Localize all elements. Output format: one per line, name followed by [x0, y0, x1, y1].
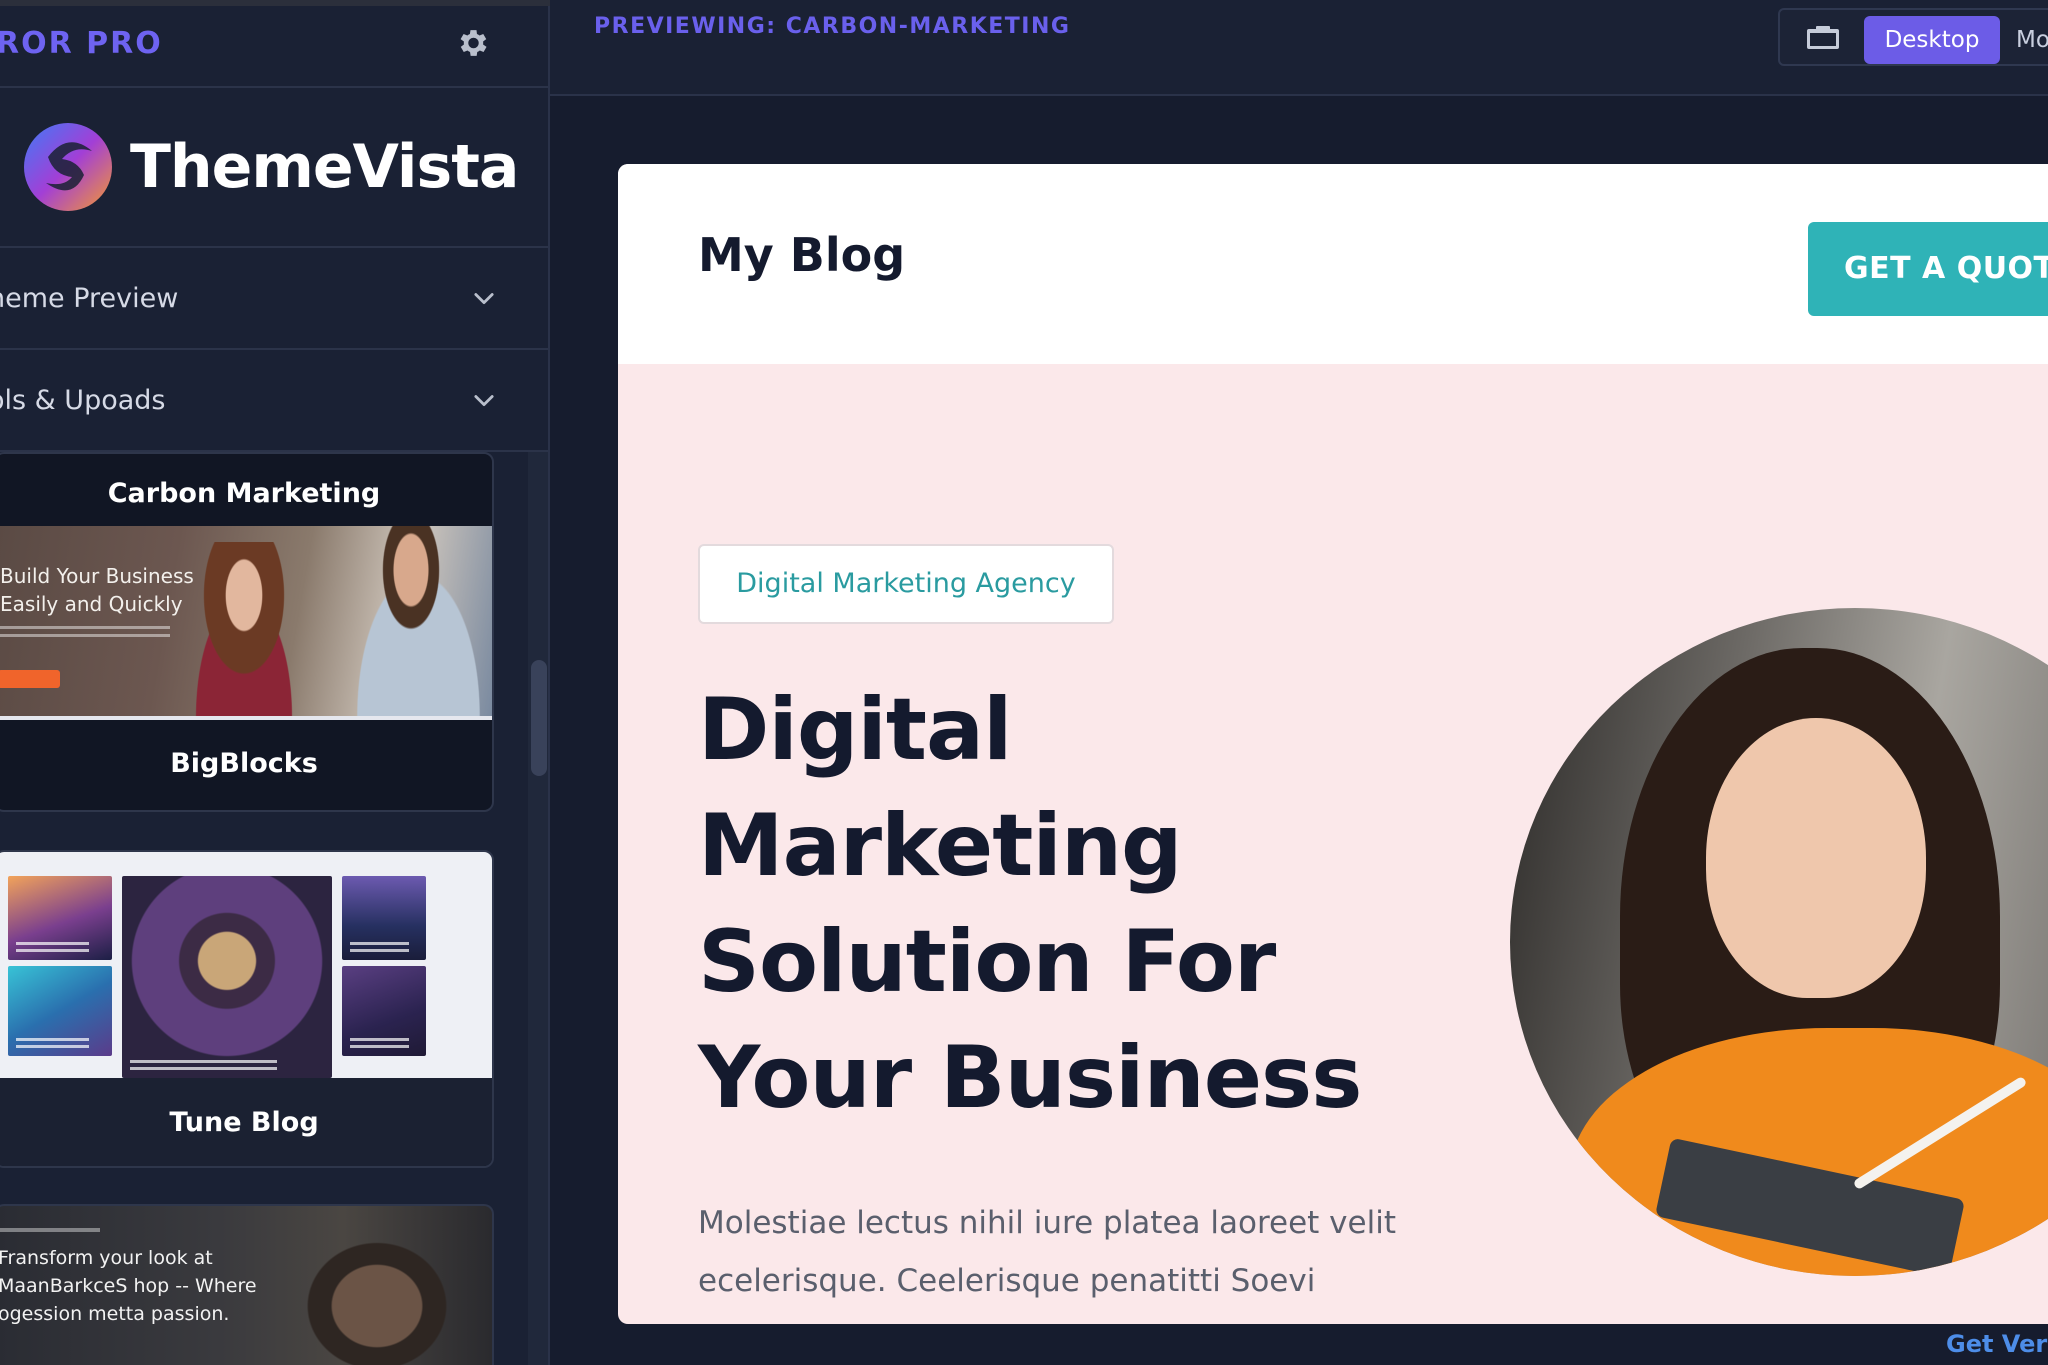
site-header: My Blog GET A QUOTE: [618, 164, 2048, 364]
themevista-logo-icon: [24, 123, 112, 211]
desktop-view-button[interactable]: Desktop: [1864, 16, 2000, 64]
chevron-down-icon: [474, 293, 494, 305]
preview-toolbar: PREVIEWING: CARBON-MARKETING Desktop Mo: [550, 0, 2048, 96]
theme-card-title: BigBlocks: [170, 748, 318, 779]
hero-title: Digital Marketing Solution For Your Busi…: [698, 672, 1458, 1136]
sidebar-header: ROR PRO: [0, 0, 548, 88]
thumbnail-headline: Fransform your look at MaanBarkceS hop -…: [0, 1247, 257, 1325]
get-version-link[interactable]: Get Vers: [1946, 1330, 2048, 1358]
hero-title-line: Marketing: [698, 796, 1183, 896]
thumbnail-subtext: [0, 626, 170, 648]
thumbnail-button: [0, 670, 60, 688]
accordion-label: ols & Upoads: [0, 384, 166, 416]
sidebar-scrollbar[interactable]: [528, 452, 548, 1365]
thumbnail-man: [336, 526, 486, 716]
gear-icon[interactable]: [454, 25, 490, 61]
theme-card-barber[interactable]: Fransform your look at MaanBarkceS hop -…: [0, 1204, 494, 1365]
app-name: ROR PRO: [0, 25, 163, 61]
brand-logo: ThemeVista: [0, 88, 548, 248]
photo-face: [1706, 718, 1926, 998]
theme-card-title: Carbon Marketing: [107, 478, 381, 509]
thumbnail-person: [256, 1216, 476, 1365]
theme-list: Carbon Marketing Build Your Business Eas…: [0, 452, 530, 1365]
theme-thumbnail: [0, 852, 492, 1078]
hero-photo: [1510, 608, 2048, 1276]
thumbnail-topline: [0, 1228, 100, 1232]
theme-card-title: Tune Blog: [0, 1078, 492, 1166]
previewing-label: PREVIEWING: CARBON-MARKETING: [594, 14, 1071, 39]
thumbnail-tile: [8, 966, 112, 1056]
scrollbar-thumb[interactable]: [531, 660, 547, 776]
site-preview-frame: My Blog GET A QUOTE Digital Marketing Ag…: [618, 164, 2048, 1324]
hero-title-line: Solution For: [698, 912, 1276, 1012]
theme-card-carbon-marketing[interactable]: Carbon Marketing Build Your Business Eas…: [0, 452, 494, 812]
thumbnail-headline: Build Your Business Easily and Quickly: [0, 564, 194, 616]
hero-description: Molestiae lectus nihil iure platea laore…: [698, 1205, 1396, 1299]
get-a-quote-button[interactable]: GET A QUOTE: [1808, 222, 2048, 316]
chevron-down-icon: [474, 395, 494, 407]
accordion-theme-preview[interactable]: heme Preview: [0, 248, 548, 350]
device-switcher: Desktop Mo: [1778, 8, 2048, 66]
hero-title-line: Digital: [698, 680, 1013, 780]
thumbnail-tile: [122, 876, 332, 1078]
sidebar: ROR PRO ThemeVista heme Preview ols & Up…: [0, 0, 550, 1365]
thumbnail-tile: [342, 876, 426, 960]
site-title[interactable]: My Blog: [698, 228, 905, 282]
hero-title-line: Your Business: [698, 1028, 1362, 1128]
logo-text: ThemeVista: [130, 132, 519, 202]
tablet-icon[interactable]: [1806, 26, 1840, 50]
theme-thumbnail: Build Your Business Easily and Quickly: [0, 526, 492, 720]
thumbnail-woman: [174, 542, 314, 716]
agency-badge: Digital Marketing Agency: [698, 544, 1114, 624]
accordion-tools-uploads[interactable]: ols & Upoads: [0, 350, 548, 452]
theme-card-tune-blog[interactable]: Tune Blog: [0, 850, 494, 1168]
mobile-view-button[interactable]: Mo: [2016, 16, 2048, 64]
accordion-label: heme Preview: [0, 282, 179, 314]
thumbnail-tile: [342, 966, 426, 1056]
thumbnail-tile: [8, 876, 112, 960]
